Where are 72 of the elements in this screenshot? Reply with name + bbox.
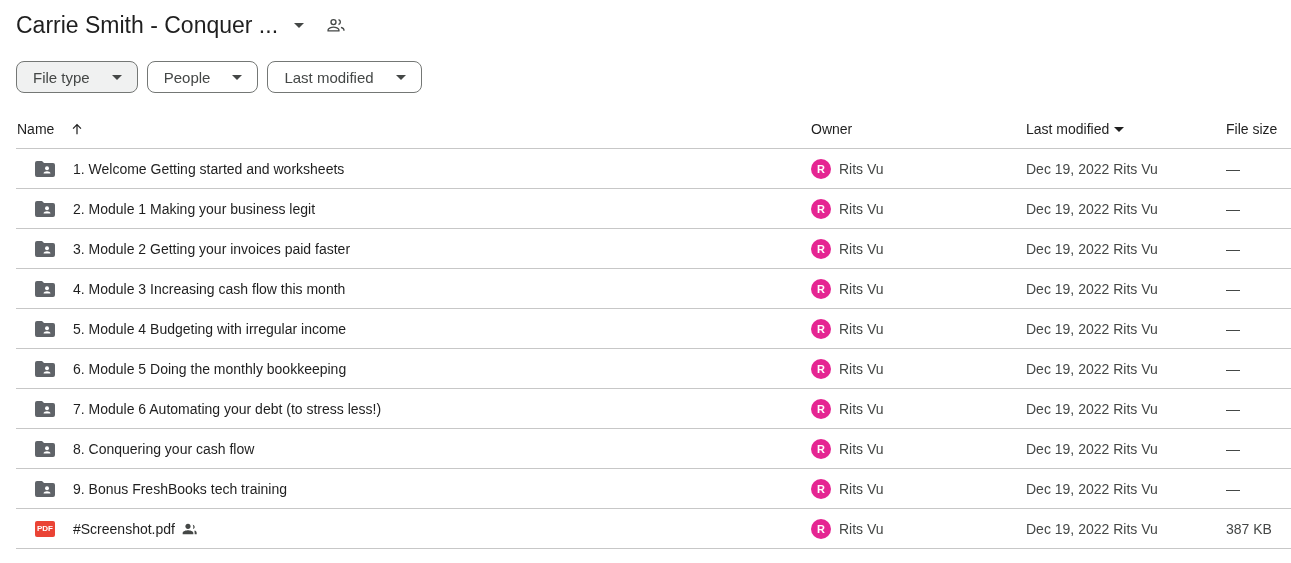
avatar: R (811, 158, 831, 179)
modified-date: Dec 19, 2022 Rits Vu (1026, 480, 1158, 497)
file-size: 387 KB (1226, 520, 1272, 537)
caret-icon (111, 74, 122, 80)
file-name[interactable]: 1. Welcome Getting started and worksheets (73, 160, 345, 177)
file-name[interactable]: 7. Module 6 Automating your debt (to stress less!) (73, 400, 382, 417)
filter-chip[interactable]: File type (16, 61, 138, 93)
file-size: — (1226, 440, 1240, 457)
caret-icon (232, 74, 243, 80)
file-name[interactable]: 4. Module 3 Increasing cash flow this month (73, 280, 346, 297)
owner-name: Rits Vu (839, 360, 884, 377)
modified-date: Dec 19, 2022 Rits Vu (1026, 160, 1158, 177)
file-size: — (1226, 240, 1240, 257)
file-size: — (1226, 400, 1240, 417)
modified-date: Dec 19, 2022 Rits Vu (1026, 360, 1158, 377)
shared-folder-icon (35, 160, 55, 177)
avatar: R (811, 478, 831, 499)
modified-date: Dec 19, 2022 Rits Vu (1026, 400, 1158, 417)
file-size: — (1226, 160, 1240, 177)
file-size: — (1226, 480, 1240, 497)
filter-chip[interactable]: Last modified (267, 61, 422, 93)
column-header[interactable]: Last modified (1026, 121, 1110, 137)
modified-date: Dec 19, 2022 Rits Vu (1026, 440, 1158, 457)
shared-folder-icon (35, 400, 55, 417)
avatar: R (811, 518, 831, 539)
file-name[interactable]: 8. Conquering your cash flow (73, 440, 255, 457)
owner-name: Rits Vu (839, 280, 884, 297)
caret-icon (294, 22, 305, 28)
modified-date: Dec 19, 2022 Rits Vu (1026, 280, 1158, 297)
column-header[interactable]: Owner (811, 121, 853, 137)
modified-date: Dec 19, 2022 Rits Vu (1026, 240, 1158, 257)
avatar: R (811, 238, 831, 259)
avatar: R (811, 278, 831, 299)
file-name[interactable]: 5. Module 4 Budgeting with irregular income (73, 320, 347, 337)
owner-name: Rits Vu (839, 320, 884, 337)
file-size: — (1226, 200, 1240, 217)
column-header[interactable]: Name (17, 121, 55, 137)
owner-name: Rits Vu (839, 240, 884, 257)
avatar: R (811, 358, 831, 379)
pdf-icon: PDF (35, 520, 55, 537)
shared-folder-icon (35, 480, 55, 497)
file-name[interactable]: 9. Bonus FreshBooks tech training (73, 480, 287, 497)
filter-chip[interactable]: People (146, 61, 259, 93)
file-size: — (1226, 360, 1240, 377)
modified-date: Dec 19, 2022 Rits Vu (1026, 200, 1158, 217)
owner-name: Rits Vu (839, 480, 884, 497)
column-header[interactable]: File size (1226, 121, 1278, 137)
file-name[interactable]: #Screenshot.pdf (73, 520, 175, 537)
file-name[interactable]: 2. Module 1 Making your business legit (73, 200, 316, 217)
owner-name: Rits Vu (839, 200, 884, 217)
avatar: R (811, 198, 831, 219)
owner-name: Rits Vu (839, 400, 884, 417)
shared-folder-icon (35, 320, 55, 337)
file-name[interactable]: 6. Module 5 Doing the monthly bookkeeping (73, 360, 347, 377)
avatar: R (811, 318, 831, 339)
folder-title: Carrie Smith - Conquer ... (16, 11, 279, 39)
owner-name: Rits Vu (839, 440, 884, 457)
owner-name: Rits Vu (839, 520, 884, 537)
avatar: R (811, 438, 831, 459)
file-size: — (1226, 320, 1240, 337)
file-name[interactable]: 3. Module 2 Getting your invoices paid faster (73, 240, 351, 257)
file-size: — (1226, 280, 1240, 297)
owner-name: Rits Vu (839, 160, 884, 177)
modified-date: Dec 19, 2022 Rits Vu (1026, 320, 1158, 337)
modified-date: Dec 19, 2022 Rits Vu (1026, 520, 1158, 537)
avatar: R (811, 398, 831, 419)
caret-icon (395, 74, 406, 80)
shared-folder-icon (35, 440, 55, 457)
shared-folder-icon (35, 360, 55, 377)
shared-folder-icon (35, 200, 55, 217)
shared-folder-icon (35, 280, 55, 297)
shared-folder-icon (35, 240, 55, 257)
